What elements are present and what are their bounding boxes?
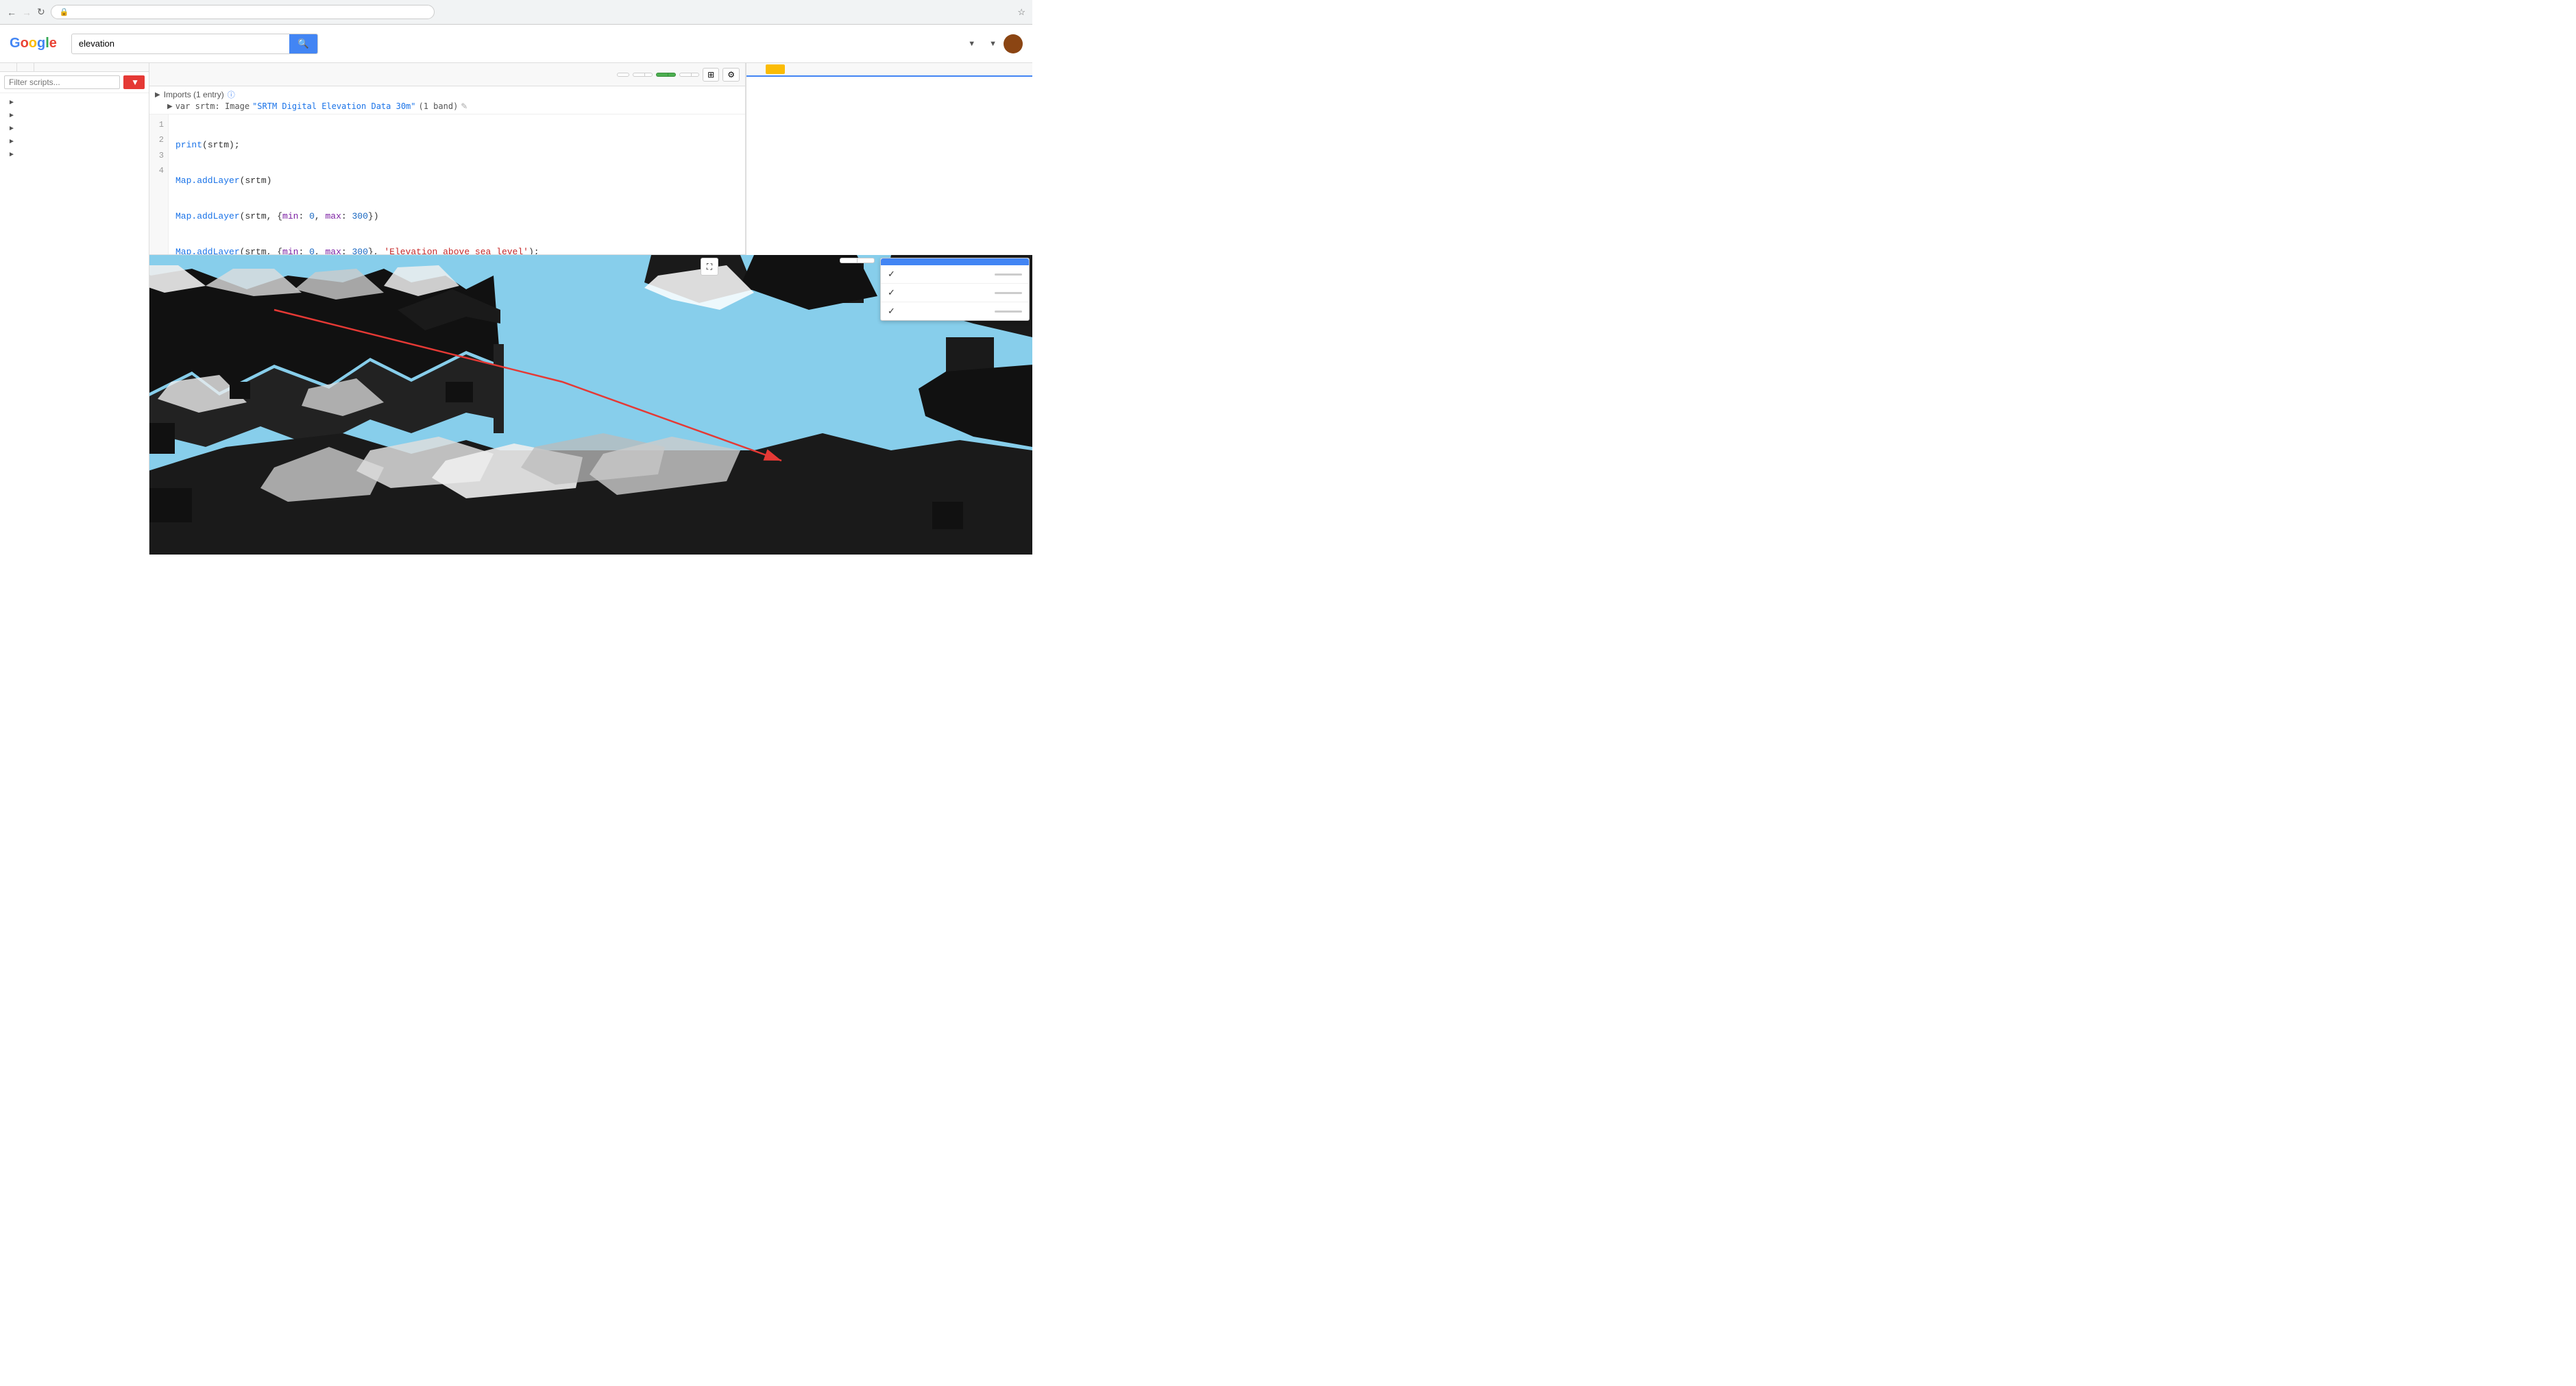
terrain-svg — [0, 255, 1032, 555]
save-btn-group — [633, 73, 653, 77]
map-button[interactable] — [840, 258, 857, 263]
edit-icon[interactable]: ✎ — [461, 101, 467, 111]
inspector-content — [746, 77, 1032, 93]
var-toggle[interactable]: ▶ — [167, 103, 173, 110]
code-toolbar: ⊞ ⚙ — [149, 63, 745, 86]
right-tabs — [746, 63, 1032, 77]
map-area[interactable]: ✋ 📍 📈 📏 ⛶ ✓ ✓ — [0, 255, 1032, 555]
satellite-button[interactable] — [857, 258, 875, 263]
run-button[interactable] — [656, 73, 668, 77]
get-link-button[interactable] — [617, 73, 629, 77]
layer-item-layer2[interactable]: ✓ — [881, 284, 1029, 302]
new-button[interactable]: ▼ — [123, 75, 145, 89]
elevation-slider[interactable] — [995, 273, 1022, 276]
band-info: (1 band) — [419, 101, 459, 111]
line-num-3: 3 — [149, 148, 168, 163]
image-name: "SRTM Digital Elevation Data 30m" — [252, 101, 415, 111]
fullscreen-button[interactable]: ⛶ — [701, 258, 718, 276]
new-button-arrow: ▼ — [131, 77, 139, 87]
layer1-check: ✓ — [888, 306, 895, 317]
browser-actions: ☆ — [1017, 7, 1025, 18]
help-arrow-icon: ▼ — [968, 40, 975, 48]
filter-input[interactable] — [4, 75, 120, 89]
code-line-4: Map.addLayer(srtm, {min: 0, max: 300}, '… — [175, 245, 738, 254]
gee-header: Google 🔍 ▼ ▼ — [0, 25, 1032, 63]
left-sidebar: ▼ ► ► ► ► ► — [0, 63, 149, 555]
save-button[interactable] — [633, 73, 644, 77]
reset-btn-group — [679, 73, 699, 77]
tree-item-owner[interactable]: ► — [0, 96, 149, 109]
sidebar-tree: ► ► ► ► ► — [0, 93, 149, 164]
reader-arrow: ► — [8, 125, 15, 132]
imports-label: Imports (1 entry) — [164, 90, 224, 99]
reset-button[interactable] — [679, 73, 691, 77]
reset-dropdown[interactable] — [691, 73, 699, 77]
code-content[interactable]: print(srtm); Map.addLayer(srtm) Map.addL… — [169, 114, 745, 254]
line-numbers: 1 2 3 4 — [149, 114, 169, 254]
lock-icon: 🔒 — [60, 8, 69, 16]
imports-info-icon: ⓘ — [228, 89, 235, 100]
grid-button[interactable]: ⊞ — [703, 68, 719, 82]
code-panel: ⊞ ⚙ ▶ Imports (1 entry) ⓘ ▶ var srtm: Im… — [149, 63, 746, 255]
imports-toggle[interactable]: ▶ — [155, 91, 160, 99]
var-label: var srtm: Image — [175, 101, 250, 111]
line-num-4: 4 — [149, 163, 168, 178]
code-line-2: Map.addLayer(srtm) — [175, 173, 738, 189]
search-button[interactable]: 🔍 — [289, 34, 317, 53]
settings-button[interactable]: ⚙ — [722, 68, 740, 82]
tab-docs[interactable] — [17, 63, 34, 71]
tree-item-writer[interactable]: ► — [0, 109, 149, 122]
layer2-check: ✓ — [888, 287, 895, 298]
address-bar[interactable]: 🔒 — [51, 5, 435, 19]
tab-assets[interactable] — [34, 63, 51, 71]
sidebar-tabs — [0, 63, 149, 72]
tab-tasks[interactable] — [785, 63, 804, 75]
tree-item-examples[interactable]: ► — [0, 135, 149, 148]
search-bar: 🔍 — [71, 34, 318, 54]
run-btn-group — [656, 73, 676, 77]
browser-chrome: ← → ↻ 🔒 ☆ — [0, 0, 1032, 25]
code-editor[interactable]: 1 2 3 4 print(srtm); Map.addLayer(srtm) … — [149, 114, 745, 254]
layer-item-elevation[interactable]: ✓ — [881, 265, 1029, 284]
search-input[interactable] — [72, 35, 289, 52]
reload-button[interactable]: ↻ — [37, 6, 45, 18]
save-dropdown[interactable] — [644, 73, 653, 77]
tab-console[interactable] — [766, 64, 785, 74]
line-num-2: 2 — [149, 132, 168, 147]
user-arrow-icon: ▼ — [989, 40, 997, 48]
tree-item-archive[interactable]: ► — [0, 148, 149, 161]
gee-logo: Google — [10, 36, 62, 51]
imports-line-1: ▶ Imports (1 entry) ⓘ — [155, 89, 740, 100]
avatar[interactable] — [1004, 34, 1023, 53]
imports-section: ▶ Imports (1 entry) ⓘ ▶ var srtm: Image … — [149, 86, 745, 114]
line-num-1: 1 — [149, 117, 168, 132]
code-line-1: print(srtm); — [175, 138, 738, 153]
imports-line-2: ▶ var srtm: Image "SRTM Digital Elevatio… — [167, 101, 740, 111]
google-wordmark: Google — [10, 36, 57, 51]
back-button[interactable]: ← — [7, 7, 16, 18]
tab-inspector[interactable] — [746, 63, 766, 75]
layer1-slider[interactable] — [995, 311, 1022, 313]
star-icon[interactable]: ☆ — [1017, 7, 1025, 18]
elevation-check: ✓ — [888, 269, 895, 280]
tree-item-reader[interactable]: ► — [0, 122, 149, 135]
writer-arrow: ► — [8, 112, 15, 119]
forward-button[interactable]: → — [22, 7, 32, 18]
header-right: ▼ ▼ — [961, 34, 1023, 53]
map-type-buttons — [840, 258, 875, 263]
examples-arrow: ► — [8, 138, 15, 145]
tab-scripts[interactable] — [0, 63, 17, 71]
code-line-3: Map.addLayer(srtm, {min: 0, max: 300}) — [175, 209, 738, 224]
layer-item-layer1[interactable]: ✓ — [881, 302, 1029, 320]
layers-header — [881, 258, 1029, 265]
run-dropdown[interactable] — [668, 73, 676, 77]
layers-panel: ✓ ✓ ✓ — [880, 258, 1030, 321]
archive-arrow: ► — [8, 151, 15, 158]
sidebar-filter-row: ▼ — [0, 72, 149, 93]
layer2-slider[interactable] — [995, 292, 1022, 294]
right-panel — [746, 63, 1032, 255]
owner-arrow: ► — [8, 99, 15, 106]
